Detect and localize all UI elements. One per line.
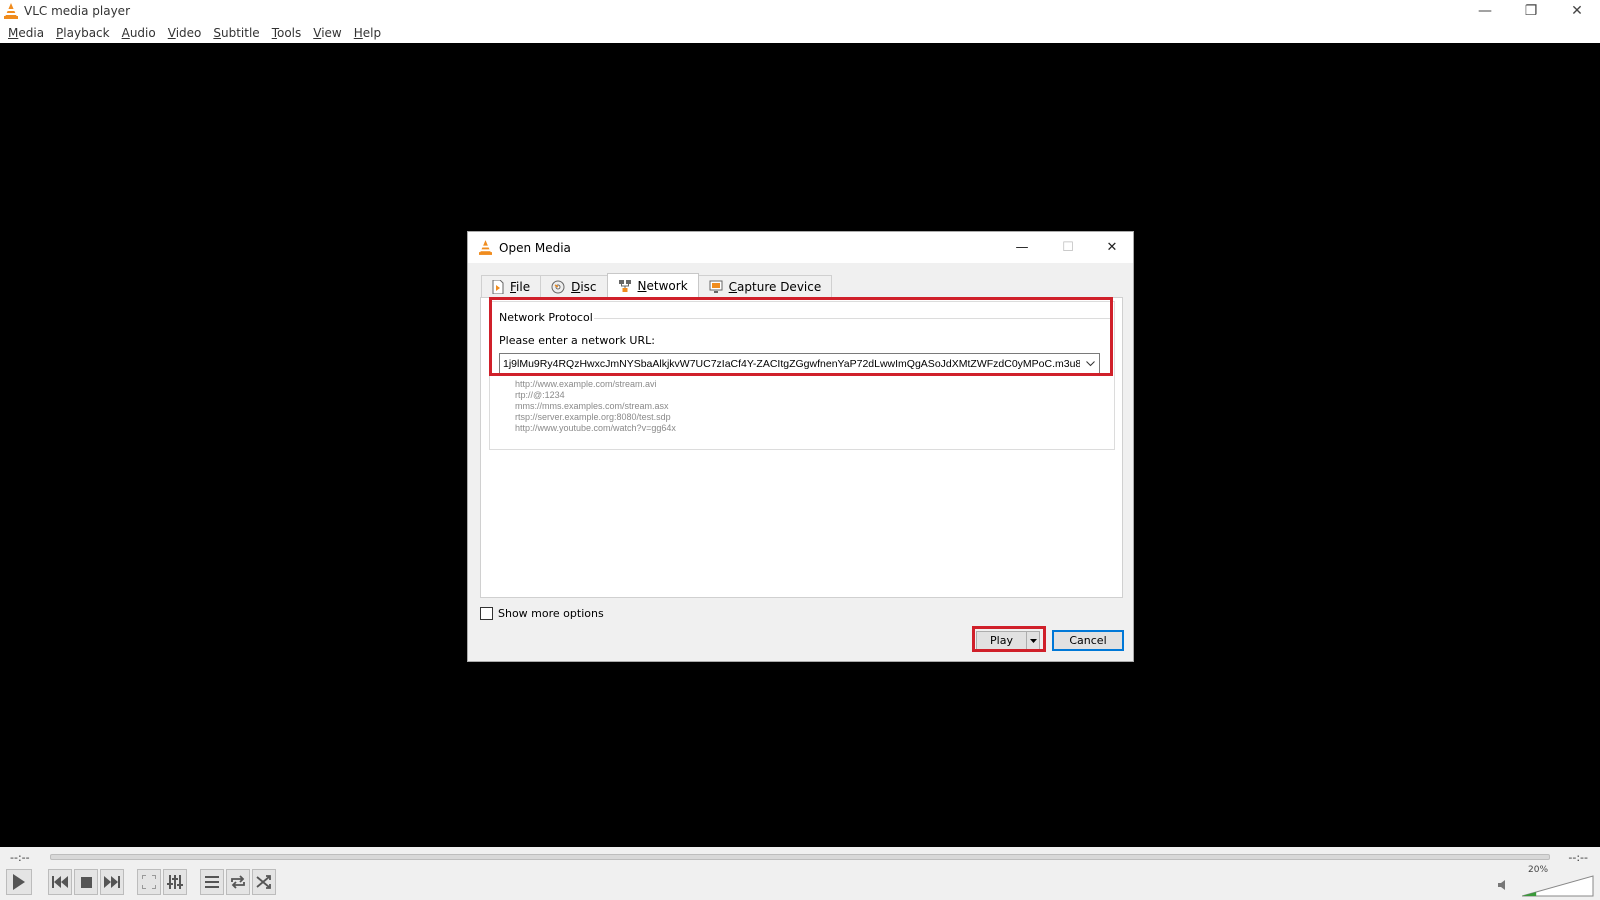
extended-settings-button[interactable] — [163, 869, 187, 895]
dialog-minimize-button[interactable]: — — [999, 232, 1045, 263]
show-more-options-label: Show more options — [498, 607, 604, 620]
vlc-cone-icon — [477, 240, 493, 256]
disc-icon — [551, 280, 565, 293]
volume-percent: 20% — [1528, 865, 1549, 875]
fullscreen-icon — [142, 875, 156, 889]
tab-capture-device[interactable]: Capture Device — [697, 275, 833, 297]
play-dropdown-button[interactable] — [1026, 632, 1039, 649]
previous-icon — [52, 876, 68, 888]
elapsed-time: --:-- — [10, 851, 30, 864]
open-media-dialog: Open Media — ☐ ✕ File Disc Network Captu… — [467, 231, 1134, 662]
total-time: --:-- — [1568, 851, 1588, 864]
capture-device-icon — [709, 280, 723, 293]
dialog-title-bar: Open Media — ☐ ✕ — [468, 232, 1133, 263]
next-button[interactable] — [100, 869, 124, 895]
url-example: http://www.example.com/stream.avi — [515, 379, 657, 389]
network-protocol-title: Network Protocol — [498, 311, 594, 324]
tab-network-label: Network — [637, 278, 688, 293]
group-separator — [580, 318, 1110, 319]
menu-playback[interactable]: Playback — [50, 26, 116, 40]
previous-button[interactable] — [48, 869, 72, 895]
restore-button[interactable]: ❐ — [1508, 0, 1554, 22]
stop-icon — [80, 876, 92, 888]
url-example: rtsp://server.example.org:8080/test.sdp — [515, 412, 671, 422]
window-title: VLC media player — [24, 4, 131, 18]
play-button-label: Play — [990, 634, 1013, 647]
menu-audio[interactable]: Audio — [116, 26, 162, 40]
file-icon — [492, 279, 504, 294]
network-url-input[interactable]: 1j9lMu9Ry4RQzHwxcJmNYSbaAlkjkvW7UC7zIaCf… — [499, 353, 1100, 374]
main-title-bar: VLC media player — ❐ ✕ — [0, 0, 1600, 22]
dialog-title: Open Media — [499, 240, 571, 255]
play-icon — [13, 874, 25, 890]
tab-file-label: File — [510, 279, 531, 294]
menu-help[interactable]: Help — [348, 26, 387, 40]
seek-slider[interactable] — [50, 854, 1550, 860]
playlist-button[interactable] — [200, 869, 224, 895]
menu-bar: Media Playback Audio Video Subtitle Tool… — [0, 22, 1600, 43]
minimize-button[interactable]: — — [1462, 0, 1508, 22]
caret-down-icon — [1029, 638, 1037, 643]
shuffle-button[interactable] — [252, 869, 276, 895]
menu-tools[interactable]: Tools — [266, 26, 308, 40]
playlist-icon — [205, 876, 219, 888]
fullscreen-button[interactable] — [137, 869, 161, 895]
stop-button[interactable] — [74, 869, 98, 895]
tab-network[interactable]: Network — [606, 273, 699, 297]
menu-subtitle[interactable]: Subtitle — [207, 26, 265, 40]
url-examples: http://www.example.com/stream.avi rtp://… — [515, 379, 676, 434]
show-more-options-checkbox[interactable] — [480, 607, 493, 620]
url-dropdown-button[interactable] — [1080, 354, 1099, 373]
loop-button[interactable] — [226, 869, 250, 895]
menu-video[interactable]: Video — [162, 26, 208, 40]
equalizer-icon — [167, 875, 183, 889]
playback-controls: --:-- --:-- 20% — [0, 847, 1600, 900]
dialog-close-button[interactable]: ✕ — [1089, 232, 1135, 263]
network-tab-panel: Network Protocol Please enter a network … — [480, 297, 1123, 598]
show-more-options[interactable]: Show more options — [480, 607, 604, 620]
play-pause-button[interactable] — [6, 869, 32, 895]
chevron-down-icon — [1085, 360, 1095, 366]
close-button[interactable]: ✕ — [1554, 0, 1600, 22]
url-example: mms://mms.examples.com/stream.asx — [515, 401, 669, 411]
tab-disc[interactable]: Disc — [540, 275, 608, 297]
loop-icon — [231, 875, 245, 889]
play-button[interactable]: Play — [976, 631, 1040, 650]
url-example: rtp://@:1234 — [515, 390, 565, 400]
volume-slider[interactable] — [1522, 875, 1594, 897]
tab-capture-device-label: Capture Device — [728, 279, 822, 294]
menu-view[interactable]: View — [307, 26, 347, 40]
shuffle-icon — [256, 875, 271, 889]
cancel-button[interactable]: Cancel — [1052, 630, 1124, 651]
vlc-cone-icon — [2, 2, 20, 20]
menu-media[interactable]: Media — [2, 26, 50, 40]
url-example: http://www.youtube.com/watch?v=gg64x — [515, 423, 676, 433]
network-icon — [618, 279, 631, 292]
network-url-label: Please enter a network URL: — [499, 334, 655, 347]
tab-file[interactable]: File — [481, 275, 542, 297]
network-protocol-group: Network Protocol Please enter a network … — [489, 301, 1115, 450]
next-icon — [104, 876, 120, 888]
speaker-icon[interactable] — [1498, 879, 1510, 891]
network-url-value[interactable]: 1j9lMu9Ry4RQzHwxcJmNYSbaAlkjkvW7UC7zIaCf… — [500, 358, 1080, 370]
dialog-maximize-button[interactable]: ☐ — [1045, 232, 1091, 263]
dialog-tabs: File Disc Network Capture Device — [481, 273, 833, 297]
tab-disc-label: Disc — [571, 279, 597, 294]
